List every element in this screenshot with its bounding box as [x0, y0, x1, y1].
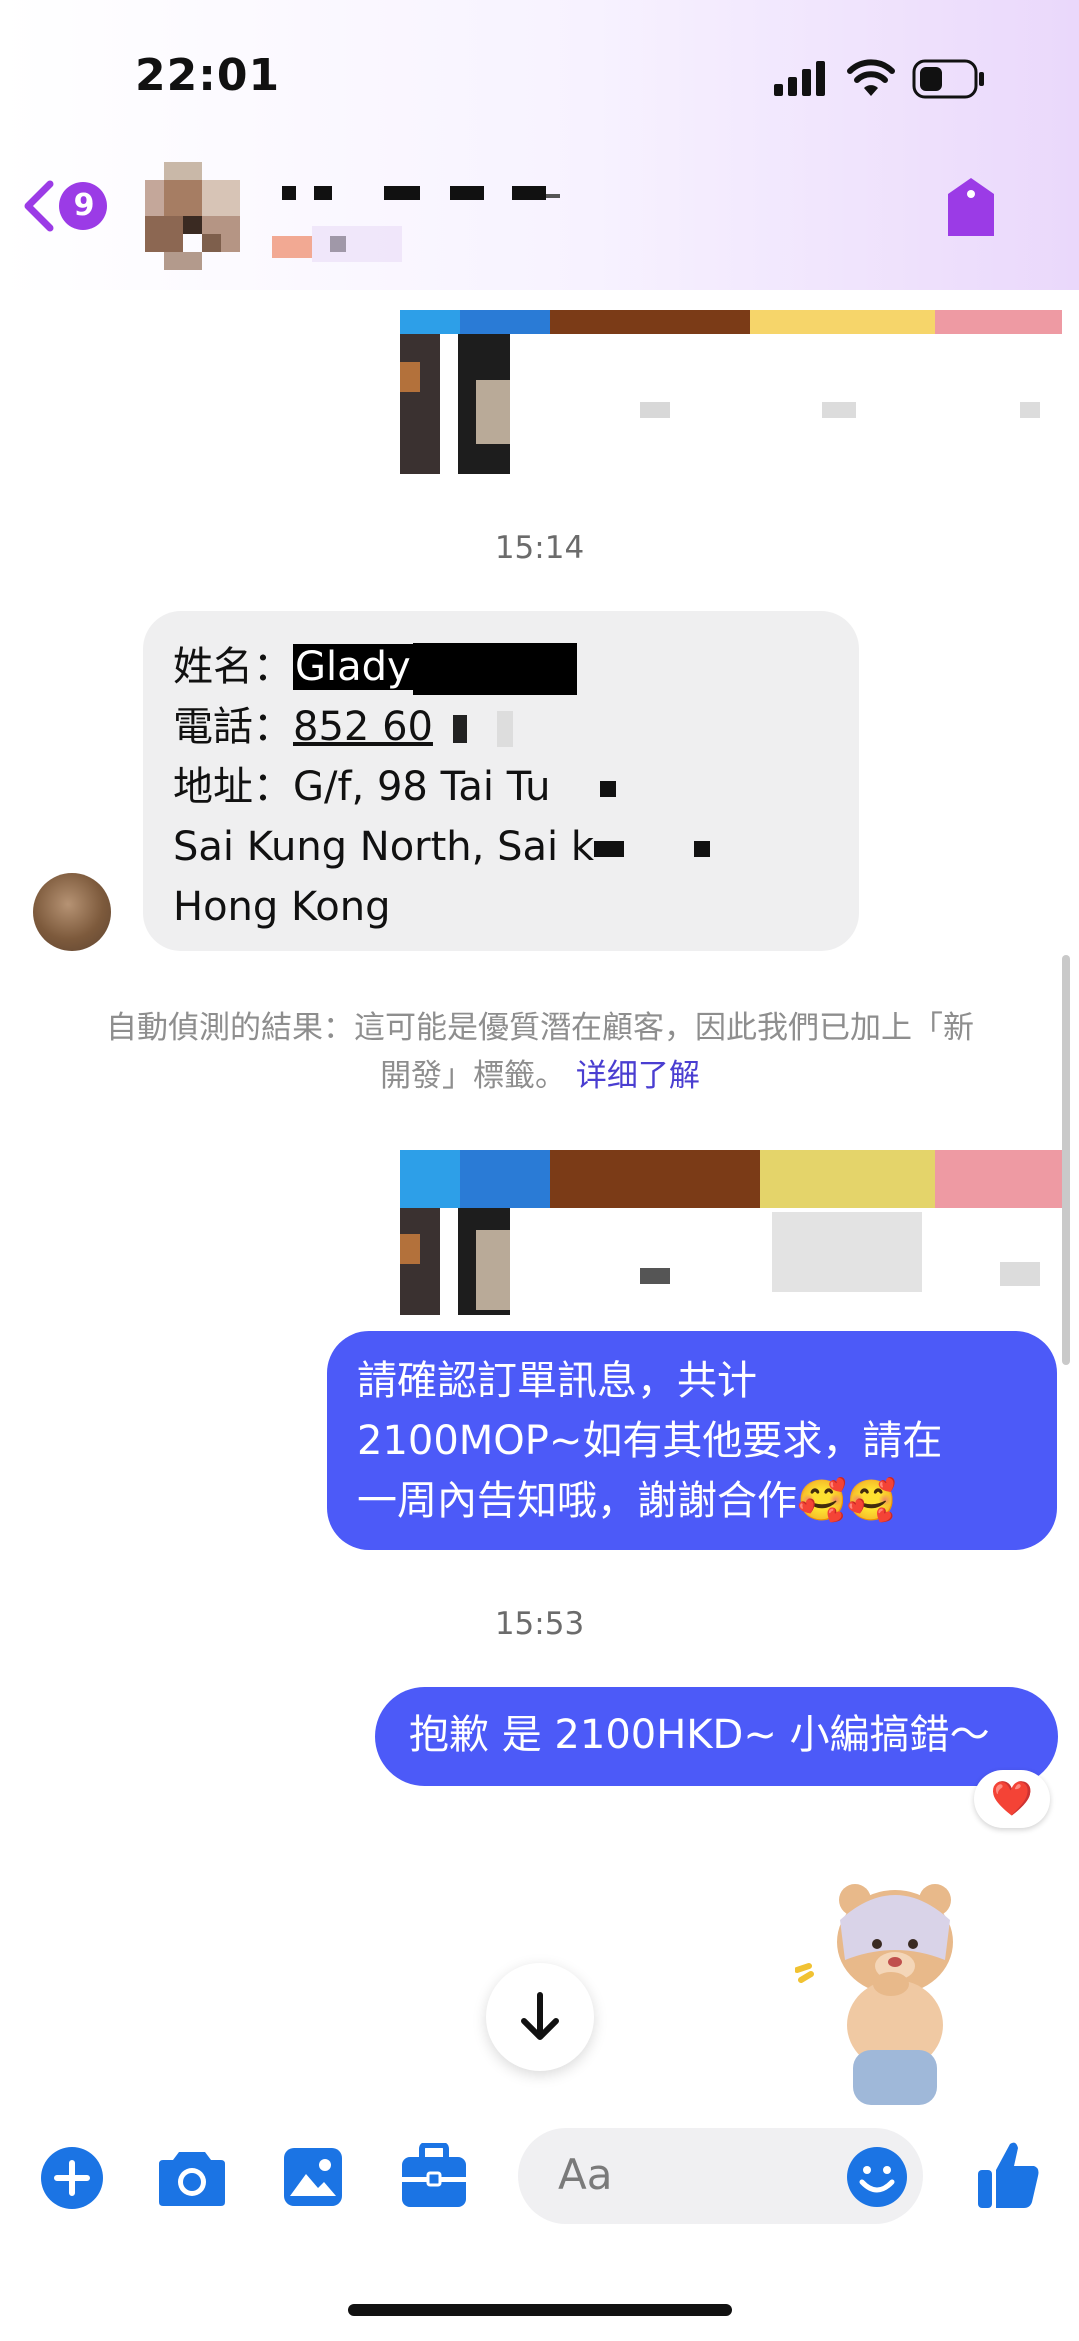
address-line-1: 地址：G/f, 98 Tai Tu	[173, 757, 829, 817]
phone-link[interactable]: 852 60	[293, 704, 433, 750]
contact-name-redacted	[272, 186, 560, 262]
heart-icon: ❤️	[990, 1779, 1034, 1819]
contact-avatar[interactable]	[145, 162, 240, 270]
message-input-placeholder: Aa	[558, 2150, 613, 2199]
address-line-2: Sai Kung North, Sai k	[173, 817, 829, 877]
address-label: 地址：	[173, 764, 293, 810]
message-line: 請確認訂單訊息，共计	[357, 1358, 757, 1404]
gallery-icon[interactable]	[282, 2146, 344, 2208]
shared-photo[interactable]	[400, 1150, 1062, 1315]
home-indicator	[348, 2304, 732, 2316]
address-line-3: Hong Kong	[173, 884, 391, 930]
redaction	[452, 715, 467, 743]
label-tag-icon[interactable]	[942, 176, 1000, 240]
outgoing-message-bubble[interactable]: 請確認訂單訊息，共计 2100MOP~如有其他要求，請在 一周內告知哦，謝謝合作…	[327, 1331, 1057, 1550]
sender-avatar[interactable]	[33, 873, 111, 951]
scrollbar[interactable]	[1062, 955, 1070, 1365]
learn-more-link[interactable]: 详细了解	[576, 1058, 700, 1094]
plus-icon[interactable]	[40, 2146, 104, 2210]
heart-reaction[interactable]: ❤️	[974, 1770, 1050, 1828]
address-line2-text: Sai Kung North, Sai k	[173, 824, 594, 870]
briefcase-icon[interactable]	[400, 2143, 468, 2209]
back-button[interactable]: 9	[20, 178, 130, 234]
redaction	[496, 711, 513, 747]
phone-line: 電話：852 60	[173, 697, 829, 757]
address-value: G/f, 98 Tai Tu	[293, 764, 551, 810]
outgoing-message-bubble[interactable]: 抱歉 是 2100HKD~ 小編搞錯～	[375, 1687, 1058, 1786]
message-line: 2100MOP~如有其他要求，請在	[357, 1418, 943, 1464]
name-line: 姓名：Glady	[173, 637, 829, 697]
teddy-bear-sticker[interactable]	[795, 1880, 980, 2105]
lead-detected-notice: 自動偵測的結果：這可能是優質潛在顧客，因此我們已加上「新 開發」標籤。 详细了解	[40, 1004, 1040, 1100]
name-value: Glady	[293, 644, 413, 690]
timestamp: 15:14	[494, 530, 585, 566]
arrow-down-icon	[521, 1992, 559, 2040]
redaction	[593, 841, 624, 857]
notice-text-2: 開發」標籤。	[380, 1058, 567, 1094]
camera-icon[interactable]	[157, 2146, 227, 2208]
redaction	[600, 781, 617, 797]
message-line: 一周內告知哦，謝謝合作🥰🥰	[357, 1478, 897, 1524]
wifi-icon	[847, 59, 895, 96]
redaction	[412, 643, 577, 695]
name-label: 姓名：	[173, 644, 293, 690]
status-time: 22:01	[135, 50, 281, 101]
unread-count-badge: 9	[73, 188, 95, 223]
battery-icon	[912, 59, 984, 99]
emoji-icon[interactable]	[846, 2146, 908, 2208]
redaction	[693, 841, 710, 857]
incoming-message-bubble[interactable]: 姓名：Glady 電話：852 60 地址：G/f, 98 Tai Tu Sai…	[143, 611, 859, 951]
notice-text-1: 自動偵測的結果：這可能是優質潛在顧客，因此我們已加上「新	[106, 1010, 974, 1046]
cellular-signal-icon	[774, 61, 825, 96]
scroll-to-bottom-button[interactable]	[486, 1963, 594, 2071]
thumbs-up-icon[interactable]	[976, 2140, 1040, 2210]
shared-photo[interactable]	[400, 310, 1062, 475]
timestamp: 15:53	[494, 1606, 585, 1642]
phone-label: 電話：	[173, 704, 293, 750]
